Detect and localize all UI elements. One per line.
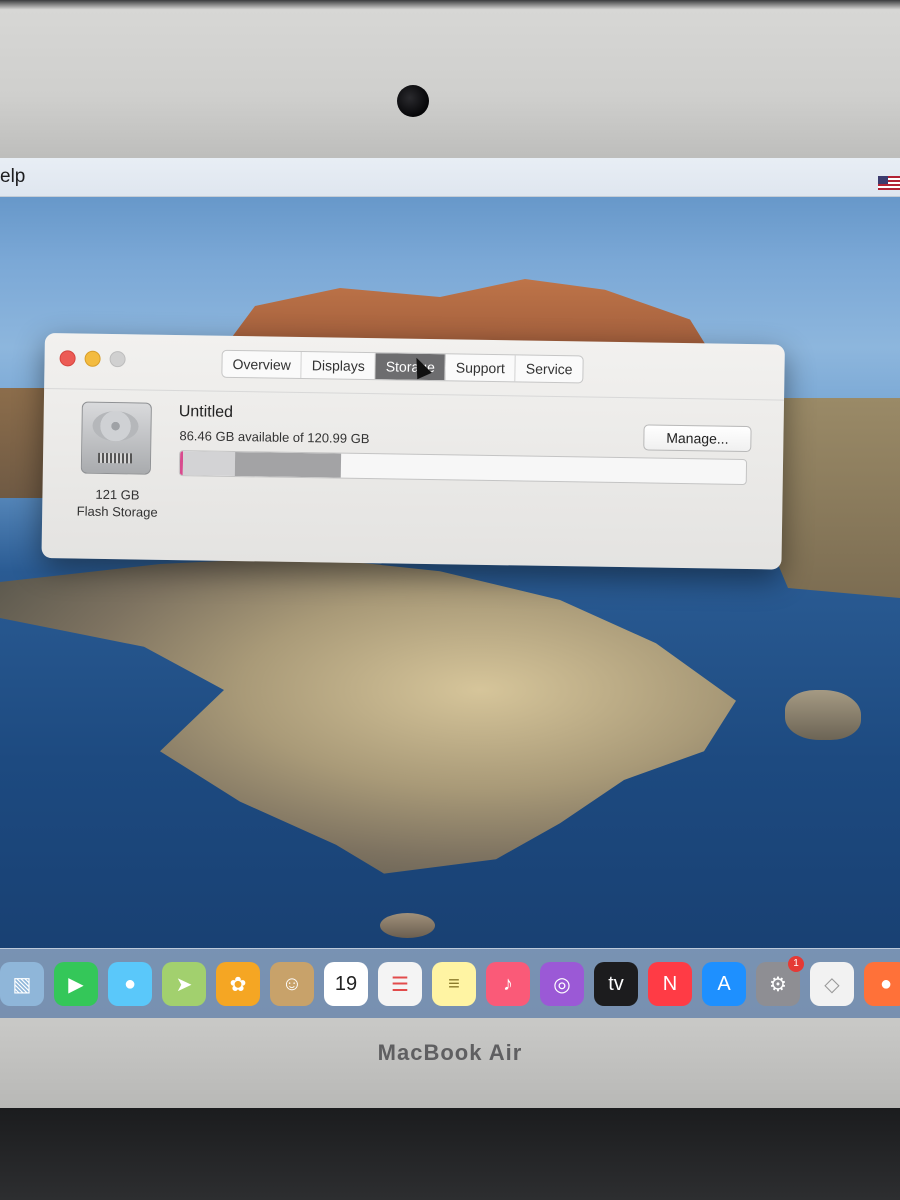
calendar-glyph: 19 bbox=[334, 972, 358, 995]
app-store-glyph: A bbox=[717, 972, 731, 995]
apple-tv-icon[interactable]: tv bbox=[594, 962, 638, 1006]
storage-usage-bar[interactable] bbox=[178, 450, 748, 486]
calendar-icon[interactable]: 19 bbox=[324, 962, 368, 1006]
preview-glyph: ▧ bbox=[12, 973, 32, 996]
tab-service[interactable]: Service bbox=[516, 355, 583, 382]
dock: ▧ ▶ ● ➤ ✿ ☺ 19 ☰ ≡ ♪ ◎ tv N A ⚙ 1 ◇ ● bbox=[0, 948, 900, 1019]
podcasts-icon[interactable]: ◎ bbox=[540, 962, 584, 1006]
apple-tv-glyph: tv bbox=[608, 972, 624, 995]
help-menu[interactable]: elp bbox=[0, 166, 25, 188]
notes-icon[interactable]: ≡ bbox=[432, 962, 476, 1006]
notes-glyph: ≡ bbox=[448, 972, 460, 995]
tab-overview[interactable]: Overview bbox=[222, 350, 303, 379]
usage-segment-other[interactable] bbox=[234, 452, 342, 478]
notification-badge: 1 bbox=[788, 956, 804, 972]
contacts-glyph: ☺ bbox=[281, 972, 303, 995]
zoom-button[interactable] bbox=[109, 351, 126, 368]
input-source-flag-icon[interactable] bbox=[878, 176, 900, 190]
disk-caption: 121 GB Flash Storage bbox=[62, 485, 173, 521]
music-glyph: ♪ bbox=[503, 972, 513, 995]
preview-icon[interactable]: ▧ bbox=[0, 962, 44, 1006]
rock-wallpaper bbox=[380, 913, 435, 938]
camera-icon bbox=[397, 85, 429, 117]
messages-icon[interactable]: ● bbox=[108, 962, 152, 1006]
facetime-icon[interactable]: ▶ bbox=[54, 962, 98, 1006]
disk-platter-icon bbox=[92, 410, 139, 442]
system-preferences-glyph: ⚙ bbox=[769, 973, 787, 996]
maps-icon[interactable]: ➤ bbox=[162, 962, 206, 1006]
screen: elp Overview Displays Storage Support Se… bbox=[0, 158, 900, 1020]
manage-button[interactable]: Manage... bbox=[643, 424, 752, 453]
flash-storage-icon bbox=[80, 401, 152, 475]
firefox-glyph: ● bbox=[879, 972, 893, 995]
music-icon[interactable]: ♪ bbox=[486, 962, 530, 1006]
tab-support[interactable]: Support bbox=[445, 354, 517, 382]
usage-segment-system[interactable] bbox=[182, 451, 236, 476]
news-glyph: N bbox=[662, 972, 678, 995]
disk-name: Untitled bbox=[178, 403, 234, 421]
reminders-icon[interactable]: ☰ bbox=[378, 962, 422, 1006]
tab-displays[interactable]: Displays bbox=[301, 352, 376, 380]
podcasts-glyph: ◎ bbox=[553, 973, 571, 996]
minimize-button[interactable] bbox=[84, 350, 101, 367]
generic-app-glyph: ◇ bbox=[824, 973, 840, 996]
rock-wallpaper bbox=[785, 690, 861, 740]
system-preferences-icon[interactable]: ⚙ 1 bbox=[756, 956, 804, 1006]
contacts-icon[interactable]: ☺ bbox=[270, 962, 314, 1006]
reminders-glyph: ☰ bbox=[391, 973, 409, 996]
divider bbox=[44, 387, 785, 401]
close-button[interactable] bbox=[59, 350, 76, 367]
disk-type-label: Flash Storage bbox=[76, 503, 158, 520]
news-icon[interactable]: N bbox=[648, 962, 692, 1006]
firefox-icon[interactable]: ● bbox=[864, 962, 900, 1006]
disk-capacity-label: 121 GB bbox=[95, 486, 140, 503]
disk-label-icon bbox=[97, 452, 133, 464]
app-store-icon[interactable]: A bbox=[702, 962, 746, 1006]
island-wallpaper bbox=[0, 556, 736, 874]
about-this-mac-window: Overview Displays Storage Support Servic… bbox=[41, 333, 785, 570]
tab-bar: Overview Displays Storage Support Servic… bbox=[221, 349, 584, 384]
generic-app-icon[interactable]: ◇ bbox=[810, 962, 854, 1006]
messages-glyph: ● bbox=[123, 972, 137, 995]
photos-icon[interactable]: ✿ bbox=[216, 962, 260, 1006]
laptop-top-bezel bbox=[0, 0, 900, 160]
maps-glyph: ➤ bbox=[175, 973, 193, 996]
menu-bar: elp bbox=[0, 158, 900, 197]
photos-glyph: ✿ bbox=[229, 973, 247, 996]
keyboard-edge bbox=[0, 1108, 900, 1200]
facetime-glyph: ▶ bbox=[68, 973, 84, 996]
disk-available-text: 86.46 GB available of 120.99 GB bbox=[179, 428, 370, 447]
brand-label: MacBook Air bbox=[377, 1040, 523, 1065]
